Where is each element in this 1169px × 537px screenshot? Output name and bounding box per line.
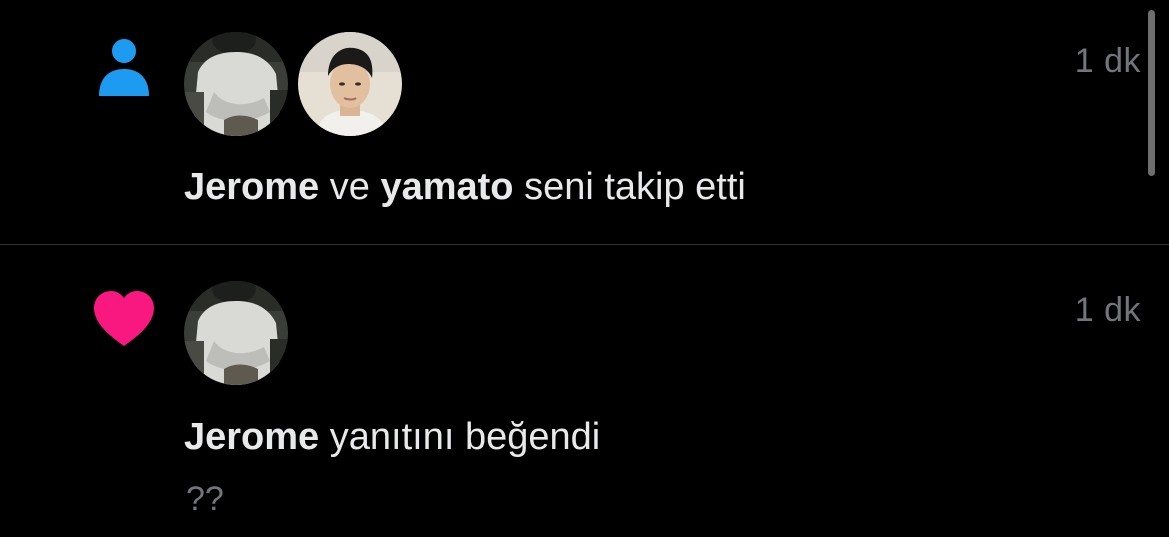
- action-text: yanıtını beğendi: [319, 416, 601, 458]
- avatar-jerome-image: [184, 281, 288, 385]
- avatar-jerome[interactable]: [184, 32, 288, 136]
- person-icon: [99, 39, 149, 96]
- avatar-yamato[interactable]: [298, 32, 402, 136]
- action-text: seni takip etti: [513, 166, 746, 208]
- scrollbar[interactable]: [1148, 10, 1155, 176]
- notification-text: Jerome yanıtını beğendi: [184, 416, 600, 459]
- actor-name-yamato[interactable]: yamato: [380, 166, 513, 208]
- joiner-text: ve: [319, 166, 381, 208]
- heart-icon: [94, 291, 154, 346]
- timestamp: 1 dk: [1074, 42, 1141, 80]
- notification-like[interactable]: [0, 245, 1169, 537]
- avatar-yamato-image: [298, 32, 402, 136]
- timestamp: 1 dk: [1074, 291, 1141, 329]
- avatar-jerome-image: [184, 32, 288, 136]
- actor-name-jerome[interactable]: Jerome: [184, 416, 319, 458]
- avatar-jerome[interactable]: [184, 281, 288, 385]
- notification-follow[interactable]: 1 dk Jerome ve yamato seni takip etti: [0, 0, 1169, 244]
- reply-preview-text[interactable]: ??: [186, 480, 224, 519]
- notification-text: Jerome ve yamato seni takip etti: [184, 166, 746, 209]
- actor-name-jerome[interactable]: Jerome: [184, 166, 319, 208]
